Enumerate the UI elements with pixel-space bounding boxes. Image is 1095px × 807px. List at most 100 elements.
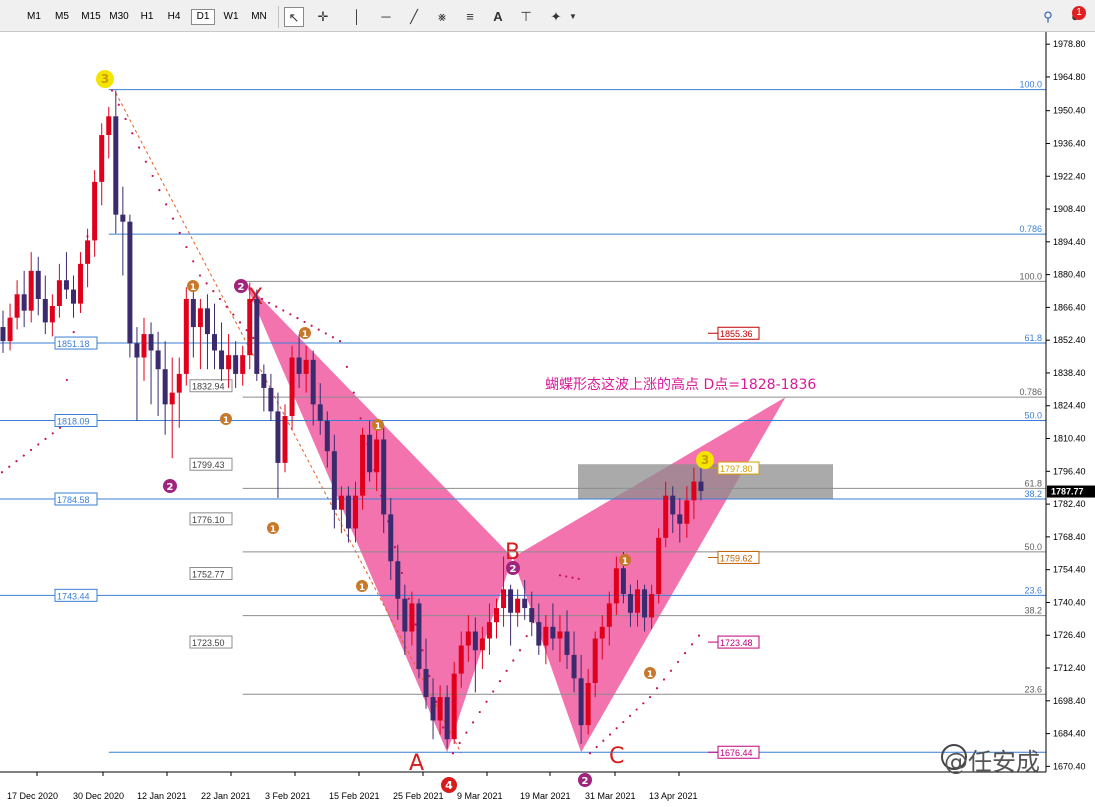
price-chart[interactable]: XABC 100.0 0.786 61.8 50.0 38.2 23.6 1851.18 18… <box>0 32 1095 807</box>
candle-body <box>578 678 584 726</box>
candle-body <box>162 369 168 405</box>
timeframe-w1[interactable]: W1 <box>219 9 243 25</box>
wave-marker-label: 1 <box>223 416 229 426</box>
candle-body <box>501 589 507 609</box>
sar-dot <box>260 297 264 301</box>
chart-toolbar: M1 M5 M15 M30 H1 H4 D1 W1 MN ↖ ✛ │ ─ ╱ ⨳… <box>0 0 1095 32</box>
timeframe-m15[interactable]: M15 <box>78 9 104 25</box>
price-tick-label: 1796.40 <box>1053 466 1086 476</box>
text-label-icon[interactable]: ⊤ <box>516 7 536 27</box>
crosshair-icon[interactable]: ✛ <box>313 7 333 27</box>
time-label: 19 Mar 2021 <box>520 791 571 801</box>
right-price-label: 1723.48 <box>720 638 753 648</box>
sar-dot <box>558 574 562 577</box>
fib-gray-price-label: 1776.10 <box>192 515 225 525</box>
candle-body <box>381 439 387 515</box>
candle-body <box>557 631 563 639</box>
sar-dot <box>602 739 605 742</box>
price-tick-label: 1684.40 <box>1053 729 1086 739</box>
fib-gray-level-label: 23.6 <box>1024 684 1042 694</box>
time-label: 30 Dec 2020 <box>73 791 124 801</box>
right-price-label: 1797.80 <box>720 464 753 474</box>
candle-body <box>508 589 514 613</box>
fib-blue-level-label: 38.2 <box>1024 489 1042 499</box>
sar-dot <box>485 700 488 703</box>
horizontal-line-icon[interactable]: ─ <box>376 7 396 27</box>
fib-gray-level-label: 38.2 <box>1024 606 1042 616</box>
text-icon[interactable]: A <box>488 7 508 27</box>
dashed-trendline <box>115 92 462 754</box>
watermark: @任安成 <box>944 748 1040 776</box>
pattern-annotation: 蝴蝶形态这波上涨的高点 D点=1828-1836 <box>545 376 816 393</box>
fib-gray-price-label: 1723.50 <box>192 638 225 648</box>
butterfly-xab-triangle <box>244 281 513 753</box>
sar-dot <box>178 231 181 234</box>
candle-body <box>606 603 612 627</box>
candle-body <box>677 514 683 524</box>
fibonacci-fan-icon[interactable]: ≡ <box>460 7 480 27</box>
timeframe-h1[interactable]: H1 <box>135 9 159 25</box>
timeframe-h4[interactable]: H4 <box>162 9 186 25</box>
fib-gray-price-label: 1832.94 <box>192 382 225 392</box>
candle-body <box>698 481 704 491</box>
sar-dot <box>158 189 161 192</box>
wave-marker-label: 2 <box>238 282 245 293</box>
price-tick-label: 1810.40 <box>1053 434 1086 444</box>
price-tick-label: 1782.40 <box>1053 499 1086 509</box>
candle-body <box>212 334 217 351</box>
sar-dot <box>296 317 299 320</box>
candle-body <box>458 645 464 674</box>
timeframe-mn[interactable]: MN <box>246 9 272 25</box>
candle-body <box>127 221 133 344</box>
candle-body <box>120 214 126 222</box>
sar-dot <box>655 687 659 690</box>
sar-dot <box>151 174 154 178</box>
candle-body <box>71 289 76 304</box>
sar-dot <box>525 635 528 638</box>
sar-dot <box>588 752 592 755</box>
price-tick-label: 1698.40 <box>1053 696 1086 706</box>
sar-dot <box>267 301 271 304</box>
price-tick-label: 1866.40 <box>1053 302 1086 312</box>
vertical-line-icon[interactable]: │ <box>347 7 367 27</box>
fib-gray-price-label: 1799.43 <box>192 460 225 470</box>
candle-body <box>367 434 373 473</box>
sar-dot <box>144 160 147 163</box>
sar-dot <box>442 726 445 729</box>
fib-gray-level-label: 0.786 <box>1019 387 1042 397</box>
candle-body <box>402 598 408 632</box>
candle-body <box>275 411 281 463</box>
price-tick-label: 1740.40 <box>1053 597 1086 607</box>
sar-dot <box>648 695 652 699</box>
sar-dot <box>37 443 40 446</box>
wave-marker-label: 2 <box>167 482 174 493</box>
trendline-icon[interactable]: ╱ <box>404 7 424 27</box>
sar-dot <box>192 260 195 263</box>
sar-dot <box>622 720 625 724</box>
chevron-down-icon[interactable]: ▼ <box>563 7 583 27</box>
wave-marker-label: 1 <box>270 525 276 535</box>
cursor-icon[interactable]: ↖ <box>284 7 304 27</box>
candle-body <box>92 181 98 241</box>
point-label-c: C <box>609 744 624 769</box>
sar-dot <box>512 659 515 662</box>
candle-body <box>289 357 295 417</box>
fibonacci-channel-icon[interactable]: ⨳ <box>432 7 452 27</box>
timeframe-m1[interactable]: M1 <box>22 9 46 25</box>
sar-dot <box>331 336 335 339</box>
notification-badge: 1 <box>1072 6 1086 20</box>
fib-blue-level-label: 50.0 <box>1024 411 1042 421</box>
sar-dot <box>232 313 235 316</box>
sar-dot <box>465 731 468 734</box>
timeframe-m5[interactable]: M5 <box>50 9 74 25</box>
sar-dot <box>608 733 612 736</box>
sar-dot <box>697 634 701 637</box>
sar-dot <box>131 132 134 135</box>
search-icon[interactable]: ⚲ <box>1038 7 1058 27</box>
sar-dot <box>615 727 618 730</box>
timeframe-m30[interactable]: M30 <box>106 9 132 25</box>
timeframe-d1[interactable]: D1 <box>191 9 215 25</box>
candle-body <box>296 357 302 374</box>
reversal-zone-box <box>578 464 833 499</box>
candle-body <box>78 263 84 304</box>
